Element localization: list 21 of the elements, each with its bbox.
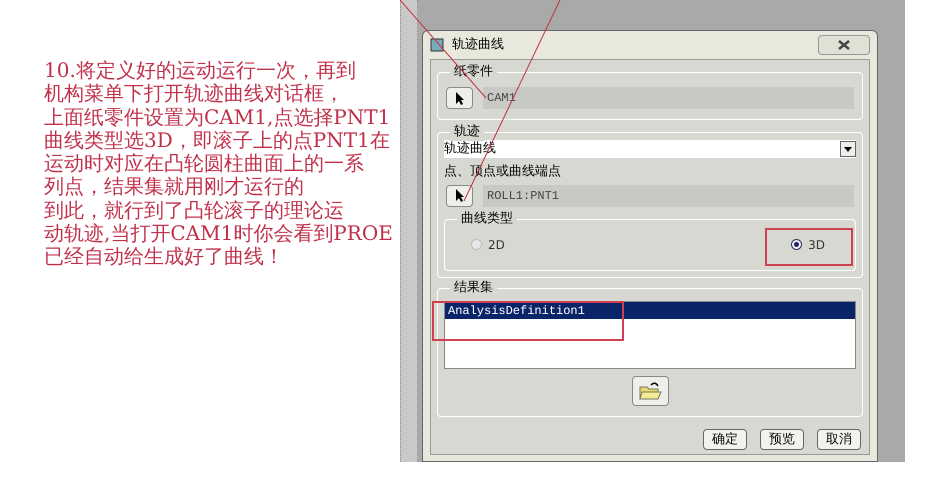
- pointer-icon: [454, 188, 464, 203]
- pointer-icon: [454, 90, 464, 106]
- radio-button[interactable]: [791, 239, 802, 250]
- window-icon: [430, 38, 444, 52]
- list-item[interactable]: AnalysisDefinition1: [445, 302, 855, 318]
- radio-button[interactable]: [471, 239, 482, 250]
- annotation-text: 10.将定义好的运动运行一次，再到 机构菜单下打开轨迹曲线对话框， 上面纸零件设置为CAM1,点选择PNT1 曲线类型选3D，即滚子上的点PNT1在 运动时对应在凸轮圆柱曲面上的一系 列点，结果集就用刚才运行的 到此，就行到了凸轮滚子的理论运 动轨迹,当打开CAM1时你会看到PROE 已经自动给生成好了曲线！: [44, 59, 394, 269]
- select-button[interactable]: [446, 184, 473, 206]
- close-button[interactable]: [818, 35, 870, 55]
- window-title: 轨迹曲线: [452, 36, 504, 54]
- folder-icon: [638, 380, 662, 400]
- text-field[interactable]: ROLL1:PNT1: [483, 184, 854, 206]
- close-icon: [838, 40, 850, 50]
- radio-option[interactable]: 2D: [471, 236, 505, 254]
- radio-option[interactable]: 3D: [791, 236, 825, 254]
- dialog-button[interactable]: 确定: [703, 429, 747, 450]
- dialog-button[interactable]: 预览: [760, 429, 804, 450]
- open-folder-button[interactable]: [632, 376, 668, 406]
- select-button[interactable]: [446, 87, 473, 109]
- group-label: 轨迹: [450, 123, 484, 141]
- dialog-button[interactable]: 取消: [817, 429, 861, 450]
